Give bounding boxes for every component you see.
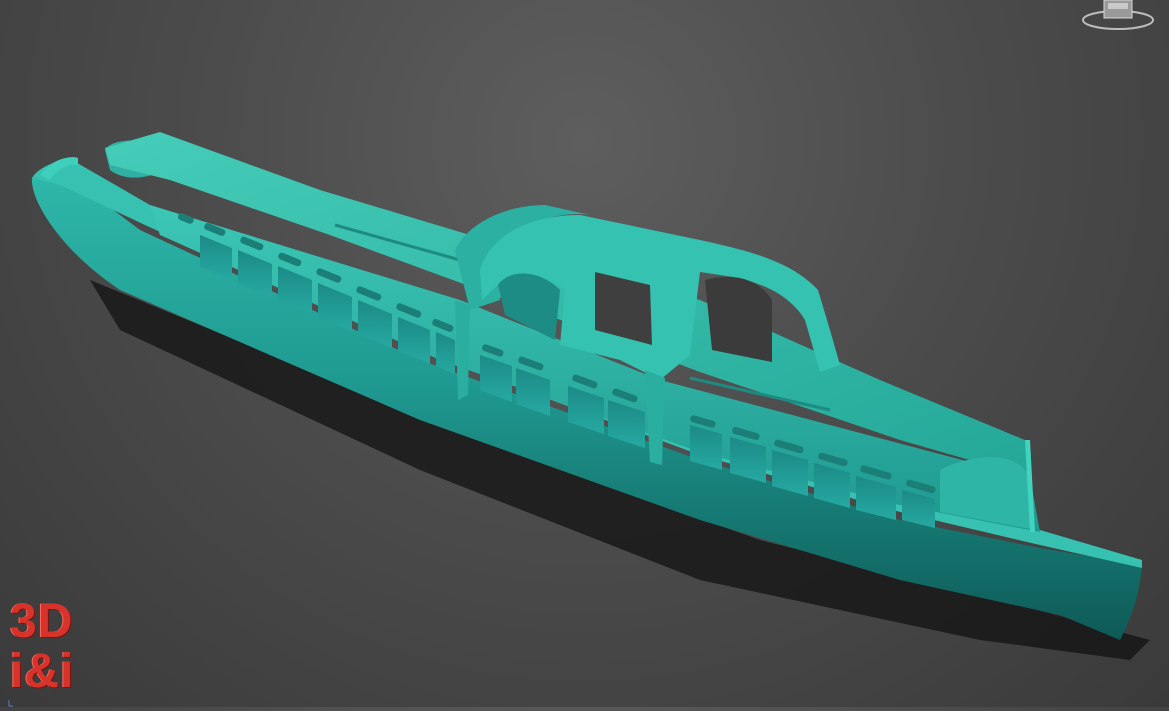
watermark-logo: 3D i&i xyxy=(10,596,110,700)
axis-tripod-icon xyxy=(8,692,14,707)
arch-opening-2 xyxy=(705,276,772,362)
3d-viewport[interactable]: 3D i&i xyxy=(0,0,1169,707)
watermark-line2: i&i xyxy=(10,645,75,698)
viewcube-icon[interactable] xyxy=(1078,0,1158,34)
boat-model-render[interactable] xyxy=(0,0,1169,707)
watermark-line1: 3D xyxy=(10,595,74,648)
